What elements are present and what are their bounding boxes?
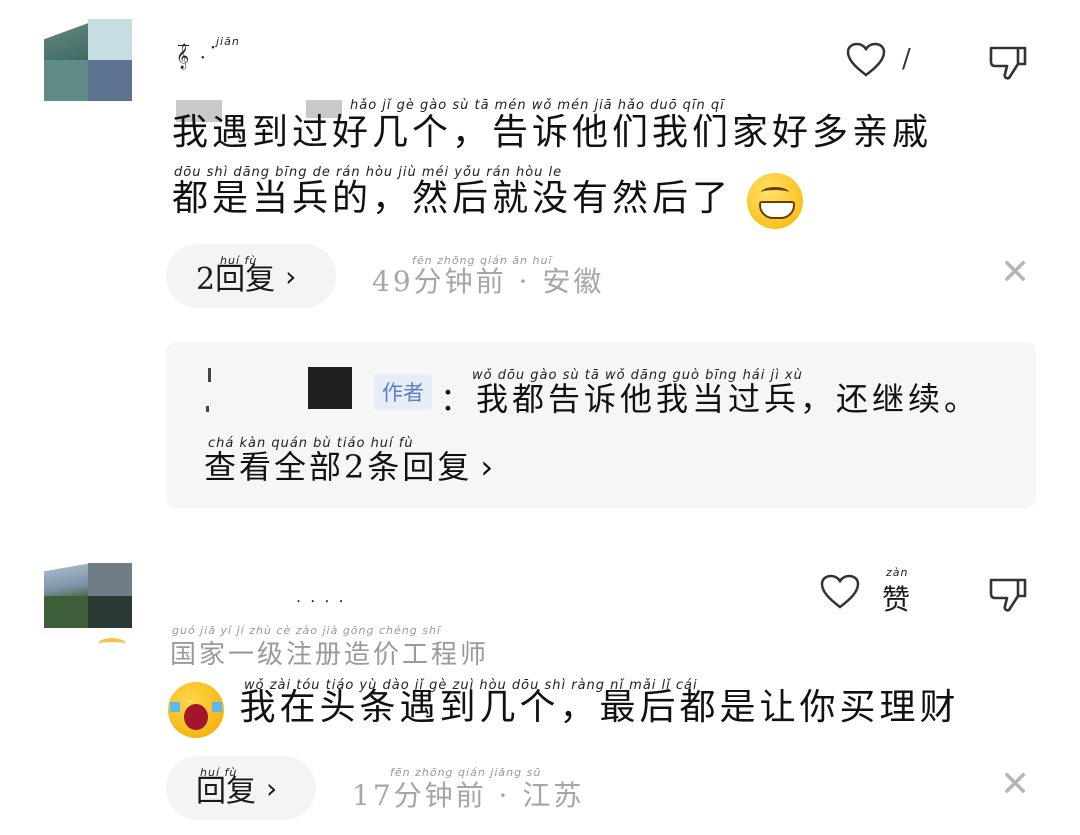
reply-pinyin: huí fù [220, 254, 258, 267]
reply-user-mark [208, 368, 211, 382]
reply-pinyin: huí fù [200, 766, 238, 779]
reply-user-mark [206, 406, 209, 412]
avatar-badge [98, 638, 126, 650]
close-icon[interactable]: ✕ [1000, 252, 1030, 293]
like-count: / [902, 44, 911, 74]
masked-avatar [308, 367, 352, 409]
user-profession: 国家一级注册造价工程师 [170, 640, 490, 670]
heart-outline-icon [846, 42, 886, 77]
comment-text: 我在头条遇到几个，最后都是让你买理财 [168, 675, 959, 741]
thumbs-down-icon [989, 578, 1027, 612]
chevron-right-icon: › [480, 448, 497, 486]
author-badge: 作者 [374, 374, 432, 410]
grinning-face-icon [747, 173, 804, 229]
avatar[interactable] [44, 19, 132, 101]
heart-outline-icon [820, 574, 860, 609]
chevron-right-icon: › [285, 259, 297, 293]
comment-meta: 49分钟前 · 安徽 [372, 265, 605, 298]
comment-text-line: 都是当兵的，然后就没有然后了 [172, 178, 733, 219]
like-button[interactable] [844, 40, 888, 80]
close-icon[interactable]: ✕ [1000, 764, 1030, 805]
like-button[interactable] [818, 572, 862, 612]
chevron-right-icon: › [266, 771, 278, 805]
view-all-replies-link[interactable]: 查看全部2条回复 › [204, 442, 496, 488]
reply-text: ：我都告诉他我当过兵，还继续。 [440, 380, 981, 418]
reply-button[interactable]: 回复 › [166, 756, 316, 820]
crying-face-icon [168, 682, 224, 738]
view-all-label: 查看全部2条回复 [204, 448, 473, 486]
like-label: 赞 [882, 583, 911, 616]
comment-text-line: 我在头条遇到几个，最后都是让你买理财 [239, 687, 960, 728]
dislike-button[interactable] [986, 572, 1030, 616]
comment-text: 我遇到过好几个，告诉他们我们家好多亲戚 [172, 112, 933, 153]
username[interactable]: 𝄞̅ ‧˙ [176, 44, 221, 69]
thumbs-down-icon [989, 46, 1027, 80]
dislike-button[interactable] [986, 40, 1030, 84]
username[interactable]: ‧ ‧ ‧ ‧ [296, 592, 346, 611]
comment-meta: 17分钟前 · 江苏 [352, 779, 585, 812]
comment-text: 都是当兵的，然后就没有然后了 [172, 166, 804, 232]
avatar[interactable] [44, 563, 132, 628]
